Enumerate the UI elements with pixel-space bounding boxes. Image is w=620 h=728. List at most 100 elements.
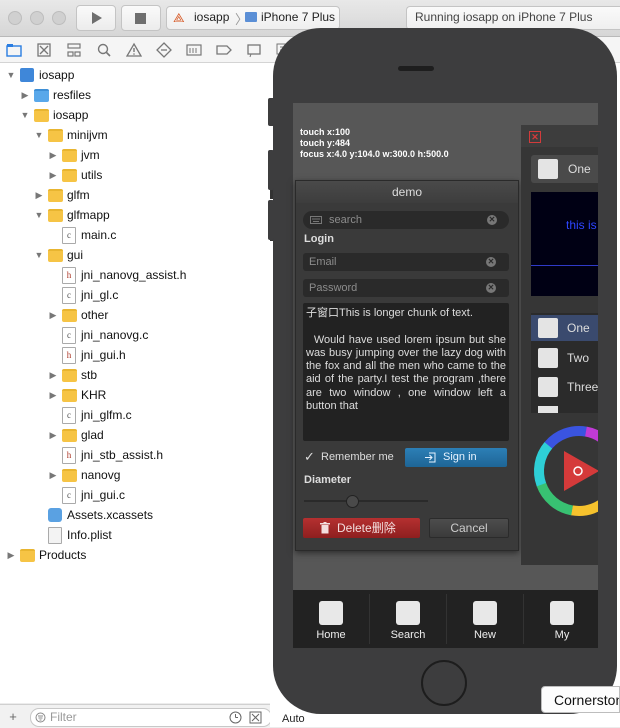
breakpoint-navigator-icon[interactable] xyxy=(216,42,232,58)
warning-icon[interactable] xyxy=(125,42,143,58)
h-file-icon: h xyxy=(62,447,76,464)
close-window-button[interactable] xyxy=(8,11,22,25)
tab-search[interactable]: Search xyxy=(370,590,446,648)
assets-icon xyxy=(48,508,62,522)
scheme-name[interactable]: iosapp xyxy=(194,10,229,24)
tree-item[interactable]: ▶ glad xyxy=(0,425,270,445)
disclosure-collapsed-icon[interactable]: ▶ xyxy=(34,185,44,205)
disclosure-collapsed-icon[interactable]: ▶ xyxy=(48,385,58,405)
symbol-navigator-icon[interactable] xyxy=(66,42,82,58)
c-file-icon: c xyxy=(62,327,76,344)
disclosure-collapsed-icon[interactable]: ▶ xyxy=(48,425,58,445)
run-button[interactable] xyxy=(76,5,116,31)
tree-item[interactable]: ▼ iosapp xyxy=(0,105,270,125)
disclosure-expanded-icon[interactable]: ▼ xyxy=(34,245,44,265)
tree-item[interactable]: Info.plist xyxy=(0,525,270,545)
disclosure-expanded-icon[interactable]: ▼ xyxy=(6,65,16,85)
tree-item-label: nanovg xyxy=(81,468,121,482)
list-swatch xyxy=(538,318,558,338)
tree-item-label: Assets.xcassets xyxy=(67,508,154,522)
folder-navigator-icon[interactable] xyxy=(6,42,22,58)
disclosure-expanded-icon[interactable]: ▼ xyxy=(34,125,44,145)
search-field[interactable]: search ✕ xyxy=(303,211,509,229)
tree-item-label: iosapp xyxy=(39,68,75,82)
tree-item[interactable]: h jni_stb_assist.h xyxy=(0,445,270,465)
tree-item-label: minijvm xyxy=(67,128,108,142)
tree-item[interactable]: c main.c xyxy=(0,225,270,245)
tree-item-label: jvm xyxy=(81,148,100,162)
cancel-button[interactable]: Cancel xyxy=(429,518,509,538)
add-icon[interactable]: + xyxy=(6,710,20,724)
tree-item[interactable]: ▼ glfmapp xyxy=(0,205,270,225)
disclosure-expanded-icon[interactable]: ▼ xyxy=(34,205,44,225)
tree-item[interactable]: Assets.xcassets xyxy=(0,505,270,525)
folder-icon xyxy=(48,249,63,262)
email-field[interactable]: Email ✕ xyxy=(303,253,509,271)
color-wheel[interactable] xyxy=(531,423,598,519)
debug-navigator-icon[interactable] xyxy=(186,42,202,58)
tree-item[interactable]: ▶ KHR xyxy=(0,385,270,405)
home-button[interactable] xyxy=(421,660,467,706)
clear-password-icon[interactable]: ✕ xyxy=(486,283,496,293)
device-name[interactable]: iPhone 7 Plus xyxy=(261,10,335,24)
clock-icon[interactable] xyxy=(229,711,242,724)
list-item-label[interactable]: One xyxy=(567,321,590,335)
tree-item[interactable]: ▼ minijvm xyxy=(0,125,270,145)
tree-item[interactable]: ▶ resfiles xyxy=(0,85,270,105)
check-icon[interactable]: ✓ xyxy=(304,449,315,465)
tree-item[interactable]: ▶ stb xyxy=(0,365,270,385)
disclosure-collapsed-icon[interactable]: ▶ xyxy=(48,365,58,385)
disclosure-collapsed-icon[interactable]: ▶ xyxy=(48,305,58,325)
minimize-window-button[interactable] xyxy=(30,11,44,25)
scheme-selector[interactable]: ⟁ iosapp 〉 iPhone 7 Plus xyxy=(166,6,340,30)
tree-item[interactable]: ▶ jvm xyxy=(0,145,270,165)
tree-item[interactable]: ▶ Products xyxy=(0,545,270,565)
clear-search-icon[interactable]: ✕ xyxy=(487,215,497,225)
disclosure-collapsed-icon[interactable]: ▶ xyxy=(6,545,16,565)
tab-home[interactable]: Home xyxy=(293,590,369,648)
tree-item[interactable]: c jni_nanovg.c xyxy=(0,325,270,345)
clear-email-icon[interactable]: ✕ xyxy=(486,257,496,267)
diameter-slider[interactable] xyxy=(304,494,428,508)
diameter-label: Diameter xyxy=(304,474,352,486)
disclosure-collapsed-icon[interactable]: ▶ xyxy=(48,165,58,185)
password-field[interactable]: Password ✕ xyxy=(303,279,509,297)
tab-my[interactable]: My xyxy=(524,590,600,648)
test-navigator-icon[interactable] xyxy=(156,42,172,58)
disclosure-collapsed-icon[interactable]: ▶ xyxy=(48,465,58,485)
disclosure-collapsed-icon[interactable]: ▶ xyxy=(20,85,30,105)
text-area[interactable]: 子窗口This is longer chunk of text. Would h… xyxy=(303,303,509,441)
delete-button[interactable]: Delete删除 xyxy=(303,518,420,538)
trash-icon xyxy=(320,522,330,534)
source-control-icon[interactable] xyxy=(36,42,52,58)
sign-in-button[interactable]: Sign in xyxy=(405,448,507,467)
tree-item[interactable]: h jni_nanovg_assist.h xyxy=(0,265,270,285)
close-icon[interactable]: ✕ xyxy=(529,131,541,143)
tree-item[interactable]: c jni_gl.c xyxy=(0,285,270,305)
tree-item-label: jni_nanovg_assist.h xyxy=(81,268,187,282)
report-navigator-icon[interactable] xyxy=(246,42,262,58)
tab-new[interactable]: New xyxy=(447,590,523,648)
tree-item[interactable]: ▶ utils xyxy=(0,165,270,185)
tree-item[interactable]: ▼ gui xyxy=(0,245,270,265)
tree-item[interactable]: c jni_gui.c xyxy=(0,485,270,505)
tree-item[interactable]: ▼ iosapp xyxy=(0,65,270,85)
list-item-label[interactable]: Two xyxy=(567,351,589,365)
remember-me-label[interactable]: Remember me xyxy=(321,451,394,463)
disclosure-collapsed-icon[interactable]: ▶ xyxy=(48,145,58,165)
stop-button[interactable] xyxy=(121,5,161,31)
zoom-window-button[interactable] xyxy=(52,11,66,25)
slider-knob[interactable] xyxy=(346,495,359,508)
scm-filter-icon[interactable] xyxy=(249,711,262,724)
disclosure-expanded-icon[interactable]: ▼ xyxy=(20,105,30,125)
option-selector[interactable]: One xyxy=(531,155,598,183)
list-item-label[interactable]: Three xyxy=(567,380,598,394)
filter-field[interactable]: Filter xyxy=(30,708,272,727)
search-icon[interactable] xyxy=(96,42,112,58)
tree-item[interactable]: ▶ other xyxy=(0,305,270,325)
tree-item[interactable]: h jni_gui.h xyxy=(0,345,270,365)
tree-item[interactable]: c jni_glfm.c xyxy=(0,405,270,425)
tree-item[interactable]: ▶ nanovg xyxy=(0,465,270,485)
sign-in-icon xyxy=(425,452,436,463)
tree-item[interactable]: ▶ glfm xyxy=(0,185,270,205)
